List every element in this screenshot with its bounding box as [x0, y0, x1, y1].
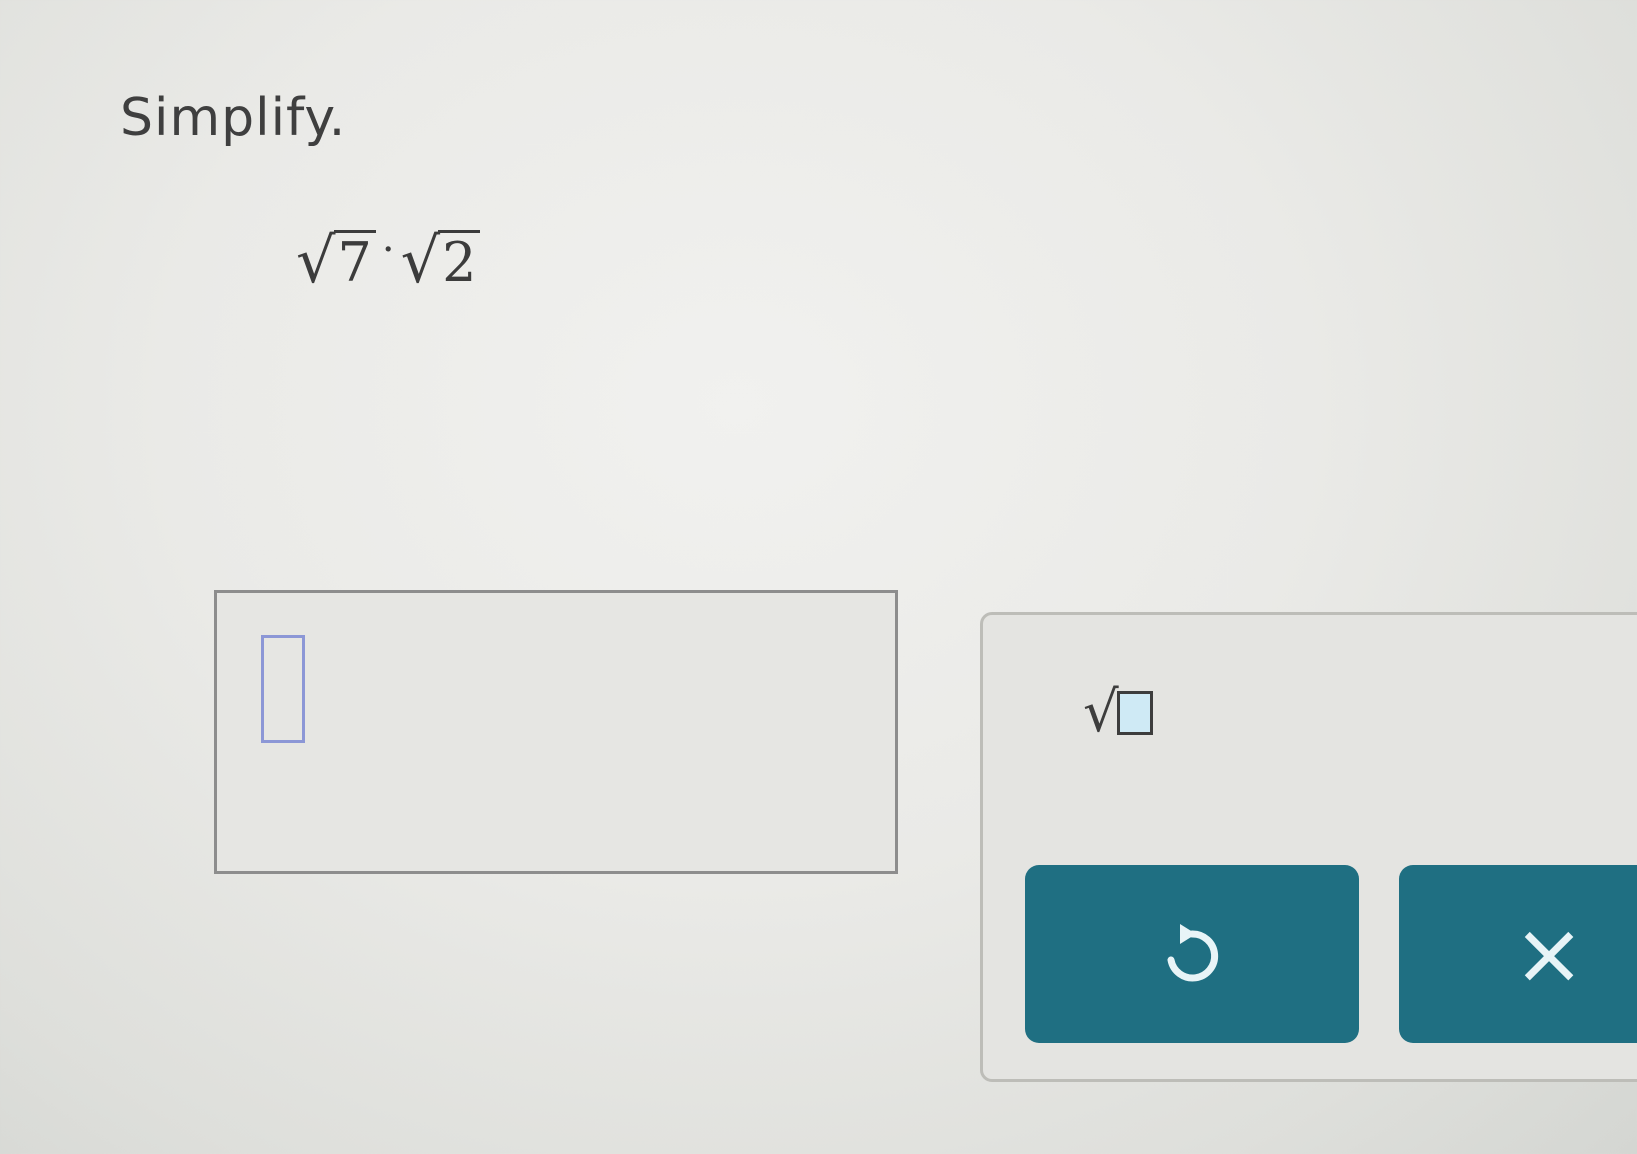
- answer-input-box[interactable]: [214, 590, 898, 874]
- math-keypad: √ ×: [980, 612, 1637, 1082]
- radicand-a: 7: [333, 230, 376, 292]
- math-expression: √ 7 · √ 2: [296, 227, 481, 292]
- undo-button[interactable]: [1025, 865, 1359, 1043]
- radicand-b: 2: [438, 230, 481, 292]
- radical-a: √ 7: [296, 230, 376, 292]
- instruction-text: Simplify.: [120, 88, 347, 148]
- radical-sign: √: [296, 224, 336, 297]
- answer-cursor-slot[interactable]: [261, 635, 305, 743]
- square-root-icon: √: [1083, 680, 1119, 745]
- square-root-button[interactable]: √: [1083, 685, 1153, 741]
- square-root-slot: [1116, 691, 1153, 735]
- radical-b: √ 2: [401, 230, 481, 292]
- undo-icon: [1167, 924, 1219, 982]
- radical-sign: √: [400, 224, 441, 297]
- multiplication-dot: ·: [381, 227, 395, 273]
- clear-button[interactable]: ×: [1399, 865, 1637, 1043]
